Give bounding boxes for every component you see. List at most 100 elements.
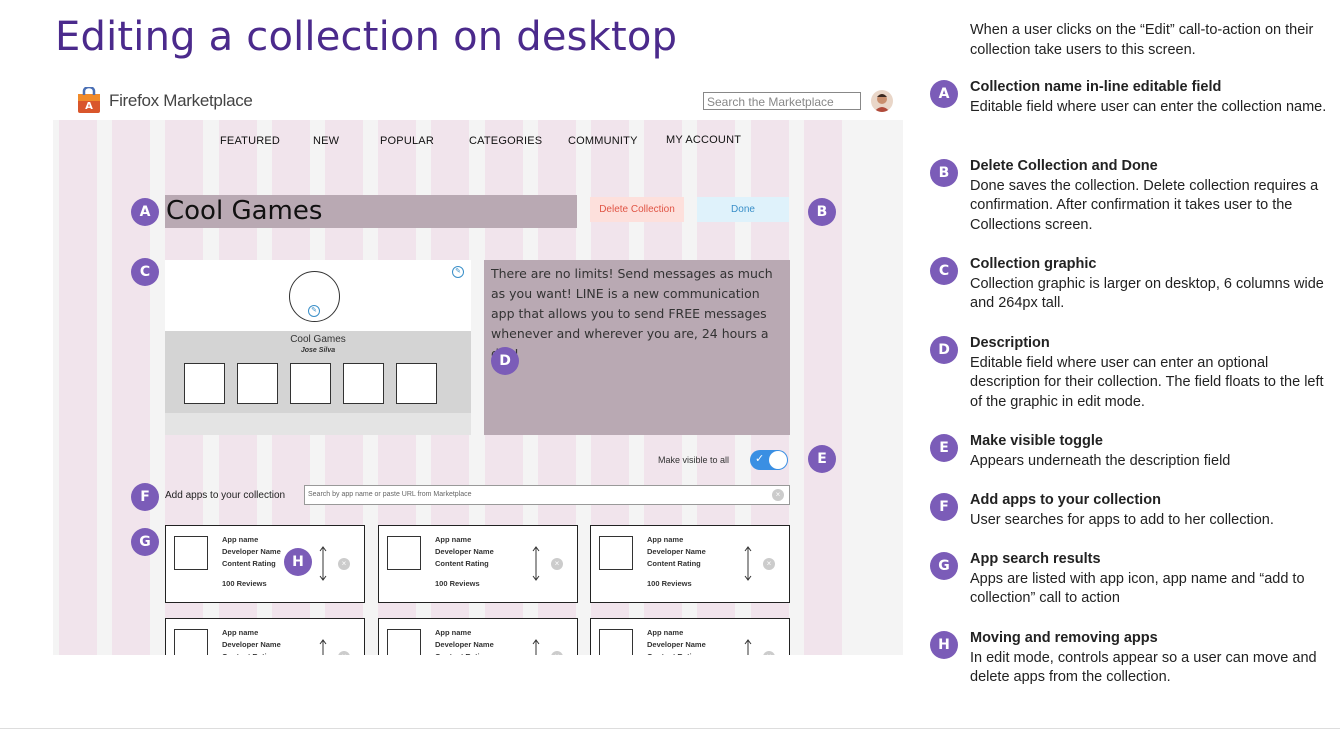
graphic-footer bbox=[165, 413, 471, 435]
app-result-card[interactable]: App nameDeveloper NameContent Rating100 … bbox=[165, 618, 365, 655]
divider bbox=[0, 728, 1340, 729]
remove-icon[interactable]: × bbox=[551, 558, 563, 570]
app-icon-placeholder bbox=[290, 363, 331, 404]
nav-categories[interactable]: CATEGORIES bbox=[469, 135, 542, 147]
move-arrows-icon[interactable] bbox=[532, 639, 540, 655]
note-badge: E bbox=[930, 434, 958, 462]
developer-name: Developer Name bbox=[222, 547, 281, 556]
content-rating: Content Rating bbox=[647, 559, 701, 568]
developer-name: Developer Name bbox=[647, 547, 706, 556]
intro-note: When a user clicks on the “Edit” call-to… bbox=[970, 22, 1314, 58]
add-apps-label: Add apps to your collection bbox=[165, 490, 286, 501]
app-icon bbox=[599, 536, 633, 570]
page-title: Editing a collection on desktop bbox=[55, 14, 678, 60]
check-icon: ✓ bbox=[755, 453, 765, 465]
collection-title-field[interactable]: Cool Games bbox=[165, 195, 577, 228]
app-icon bbox=[174, 629, 208, 655]
remove-icon[interactable]: × bbox=[338, 651, 350, 655]
user-avatar-icon bbox=[874, 94, 890, 112]
remove-icon[interactable]: × bbox=[763, 558, 775, 570]
done-button[interactable]: Done bbox=[697, 197, 789, 222]
edit-icon[interactable]: ✎ bbox=[452, 266, 464, 278]
move-arrows-icon[interactable] bbox=[319, 546, 327, 581]
note-badge: F bbox=[930, 493, 958, 521]
content-rating: Content Rating bbox=[647, 652, 701, 655]
nav-new[interactable]: NEW bbox=[313, 135, 339, 147]
avatar[interactable] bbox=[871, 90, 893, 112]
note-item: Description Editable field where user can… bbox=[970, 334, 1335, 412]
move-arrows-icon[interactable] bbox=[744, 546, 752, 581]
nav-featured[interactable]: FEATURED bbox=[220, 135, 280, 147]
marketplace-logo[interactable]: A Firefox Marketplace bbox=[75, 87, 253, 115]
marketplace-search-input[interactable]: Search the Marketplace bbox=[703, 92, 861, 110]
developer-name: Developer Name bbox=[435, 640, 494, 649]
app-icon-placeholder bbox=[237, 363, 278, 404]
note-title: Delete Collection and Done bbox=[970, 158, 1158, 174]
description-field[interactable]: There are no limits! Send messages as mu… bbox=[484, 260, 790, 435]
app-result-card[interactable]: App nameDeveloper NameContent Rating100 … bbox=[590, 618, 790, 655]
app-name: App name bbox=[222, 535, 259, 544]
review-count: 100 Reviews bbox=[647, 579, 692, 588]
note-body: User searches for apps to add to her col… bbox=[970, 511, 1274, 528]
app-icon bbox=[387, 629, 421, 655]
clear-icon[interactable]: × bbox=[772, 489, 784, 501]
app-icon-placeholder bbox=[343, 363, 384, 404]
graphic-author-name: Jose Silva bbox=[300, 347, 336, 354]
developer-name: Developer Name bbox=[222, 640, 281, 649]
collection-graphic: ✎ ✎ Cool Games Jose Silva bbox=[165, 260, 471, 435]
app-result-card[interactable]: App nameDeveloper NameContent Rating100 … bbox=[165, 525, 365, 603]
move-arrows-icon[interactable] bbox=[319, 639, 327, 655]
note-item: Collection graphic Collection graphic is … bbox=[970, 255, 1335, 314]
content-rating: Content Rating bbox=[222, 652, 276, 655]
note-item: App search results Apps are listed with a… bbox=[970, 550, 1335, 609]
note-title: Add apps to your collection bbox=[970, 492, 1161, 508]
app-result-card[interactable]: App nameDeveloper NameContent Rating100 … bbox=[378, 618, 578, 655]
developer-name: Developer Name bbox=[435, 547, 494, 556]
callout-badge-d: D bbox=[491, 347, 519, 375]
remove-icon[interactable]: × bbox=[338, 558, 350, 570]
callout-badge-h: H bbox=[284, 548, 312, 576]
app-name: App name bbox=[647, 628, 684, 637]
description-text: There are no limits! Send messages as mu… bbox=[491, 266, 773, 361]
nav-community[interactable]: COMMUNITY bbox=[568, 135, 638, 147]
app-result-card[interactable]: App nameDeveloper NameContent Rating100 … bbox=[590, 525, 790, 603]
note-badge: D bbox=[930, 336, 958, 364]
note-body: Collection graphic is larger on desktop,… bbox=[970, 275, 1324, 312]
note-title: Collection name in-line editable field bbox=[970, 79, 1222, 95]
note-item: Moving and removing apps In edit mode, co… bbox=[970, 629, 1335, 688]
callout-badge-b: B bbox=[808, 198, 836, 226]
app-name: App name bbox=[435, 535, 472, 544]
note-body: Apps are listed with app icon, app name … bbox=[970, 570, 1305, 607]
delete-collection-button[interactable]: Delete Collection bbox=[590, 197, 684, 222]
add-apps-search-input[interactable]: Search by app name or paste URL from Mar… bbox=[304, 485, 790, 505]
mockup-frame: A Firefox Marketplace Search the Marketp… bbox=[53, 82, 903, 655]
nav-popular[interactable]: POPULAR bbox=[380, 135, 434, 147]
note-item: Collection name in-line editable field Ed… bbox=[970, 78, 1335, 117]
move-arrows-icon[interactable] bbox=[532, 546, 540, 581]
note-title: Moving and removing apps bbox=[970, 630, 1158, 646]
note-title: App search results bbox=[970, 551, 1101, 567]
nav-my-account[interactable]: MY ACCOUNT bbox=[666, 134, 741, 146]
note-badge: H bbox=[930, 631, 958, 659]
app-result-card[interactable]: App nameDeveloper NameContent Rating100 … bbox=[378, 525, 578, 603]
move-arrows-icon[interactable] bbox=[744, 639, 752, 655]
remove-icon[interactable]: × bbox=[763, 651, 775, 655]
app-name: App name bbox=[222, 628, 259, 637]
note-item: Delete Collection and Done Done saves the… bbox=[970, 157, 1335, 235]
note-badge: B bbox=[930, 159, 958, 187]
visible-toggle[interactable]: ✓ bbox=[750, 450, 788, 470]
note-title: Description bbox=[970, 335, 1050, 351]
remove-icon[interactable]: × bbox=[551, 651, 563, 655]
note-body: Done saves the collection. Delete collec… bbox=[970, 177, 1319, 233]
review-count: 100 Reviews bbox=[222, 579, 267, 588]
content-rating: Content Rating bbox=[435, 652, 489, 655]
callout-badge-g: G bbox=[131, 528, 159, 556]
edit-icon[interactable]: ✎ bbox=[308, 305, 320, 317]
app-icon bbox=[387, 536, 421, 570]
firefox-bag-icon: A bbox=[78, 87, 100, 113]
app-icon-placeholder bbox=[184, 363, 225, 404]
callout-badge-c: C bbox=[131, 258, 159, 286]
graphic-collection-name: Cool Games bbox=[290, 334, 346, 345]
toggle-knob bbox=[769, 451, 787, 469]
callout-badge-f: F bbox=[131, 483, 159, 511]
